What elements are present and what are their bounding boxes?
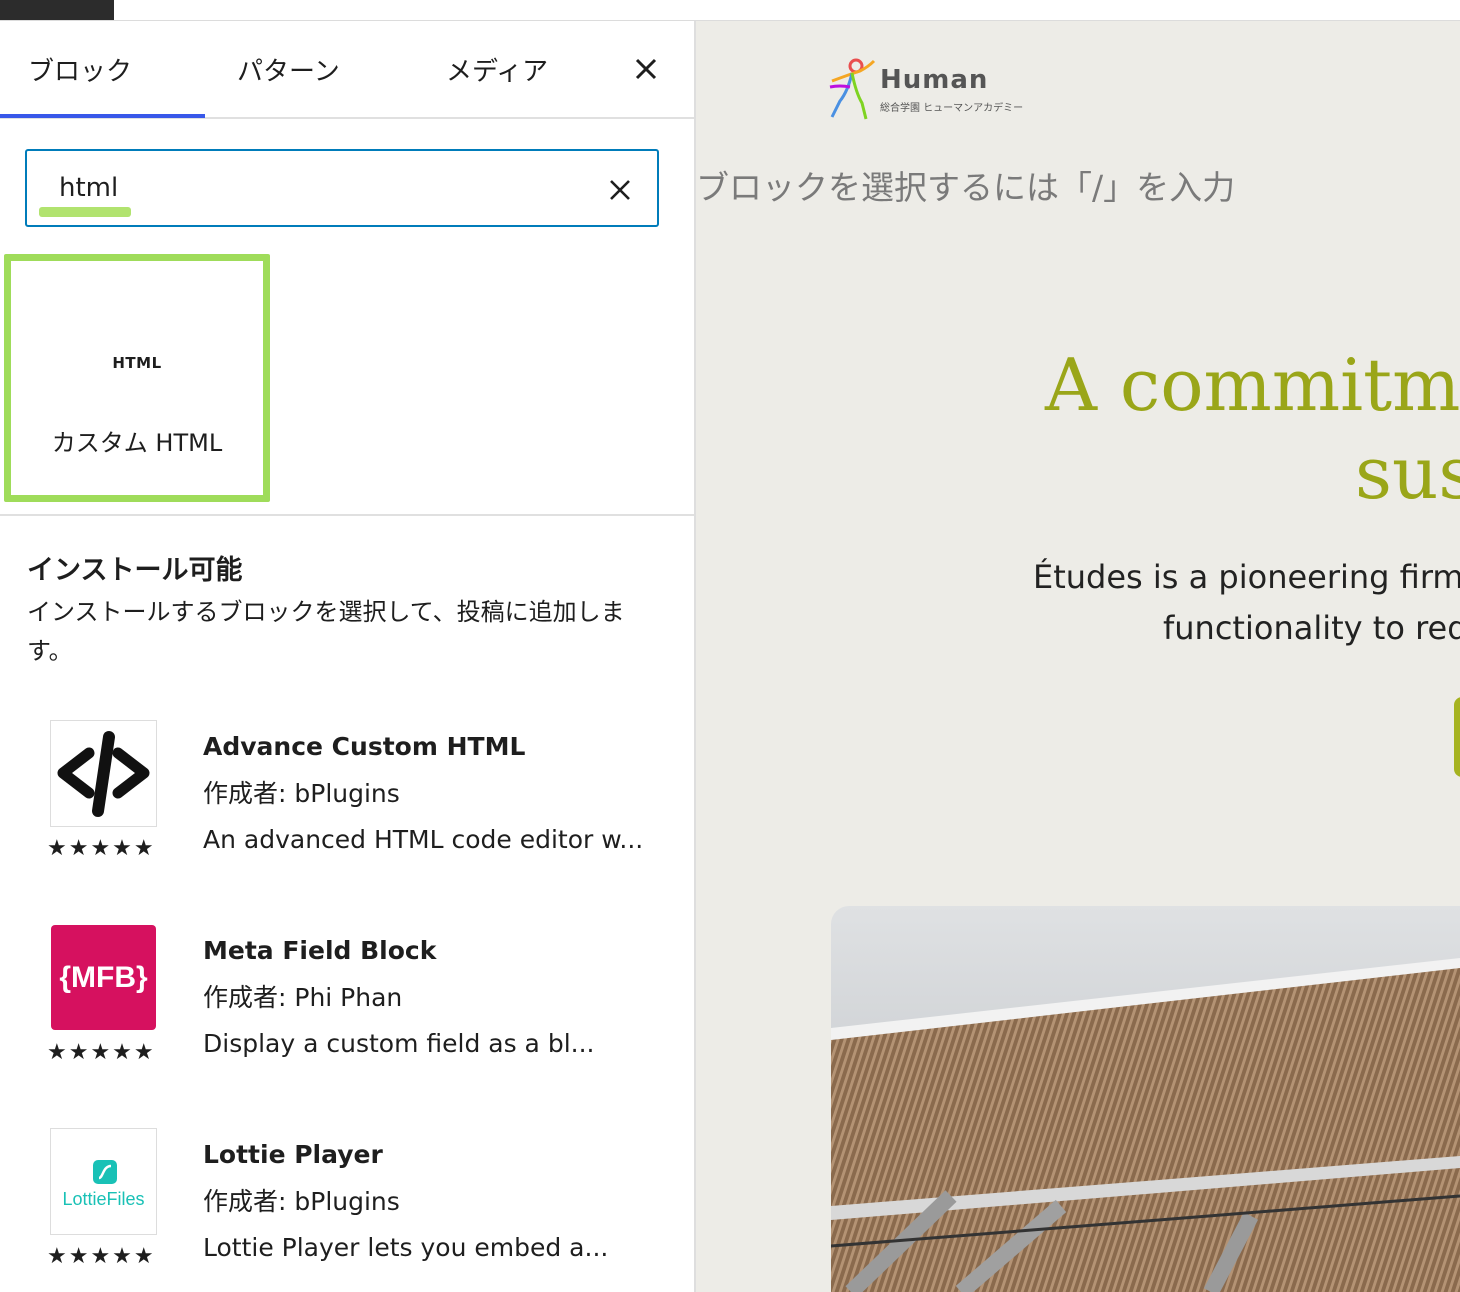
toolbar-dark-segment xyxy=(0,0,114,20)
plugin-description: Display a custom field as a bl... xyxy=(203,1029,595,1058)
tab-blocks[interactable]: ブロック xyxy=(28,51,132,88)
hero-heading-line-1[interactable]: A commitmen xyxy=(1045,343,1460,427)
code-icon xyxy=(50,720,157,827)
search-highlight-mark xyxy=(39,207,131,217)
plugin-author: 作成者: bPlugins xyxy=(203,1187,400,1216)
block-inserter-panel: ブロック パターン メディア html HTML カスタム HTML インストー… xyxy=(0,21,696,1292)
plugin-item[interactable]: LottieFiles ★★★★★ Lottie Player 作成者: bPl… xyxy=(0,1128,694,1292)
inserter-tabs: ブロック パターン メディア xyxy=(0,21,694,119)
search-input-value[interactable]: html xyxy=(59,173,118,203)
custom-html-block-item[interactable]: HTML カスタム HTML xyxy=(4,254,270,502)
tab-patterns[interactable]: パターン xyxy=(237,51,340,88)
installable-heading: インストール可能 xyxy=(27,555,243,586)
section-divider xyxy=(0,514,694,516)
clear-search-icon[interactable] xyxy=(607,177,633,203)
plugin-item[interactable]: ★★★★★ Advance Custom HTML 作成者: bPlugins … xyxy=(0,720,694,890)
building-photo[interactable] xyxy=(831,906,1460,1292)
hero-paragraph-line-1[interactable]: Études is a pioneering firm xyxy=(1033,558,1460,596)
plugin-author: 作成者: Phi Phan xyxy=(203,983,403,1012)
rating-stars: ★★★★★ xyxy=(47,1040,156,1065)
mfb-icon: {MFB} xyxy=(50,924,157,1031)
site-logo: Human 総合学園 ヒューマンアカデミー xyxy=(826,57,1026,123)
block-placeholder[interactable]: ブロックを選択するには「/」を入力 xyxy=(696,161,1235,209)
logo-subtitle: 総合学園 ヒューマンアカデミー xyxy=(880,103,1024,114)
rating-stars: ★★★★★ xyxy=(47,836,156,861)
plugin-author: 作成者: bPlugins xyxy=(203,779,400,808)
top-toolbar-strip xyxy=(0,0,1460,21)
block-item-label: カスタム HTML xyxy=(51,429,223,457)
plugin-description: Lottie Player lets you embed a... xyxy=(203,1233,609,1262)
rating-stars: ★★★★★ xyxy=(47,1244,156,1269)
tab-media[interactable]: メディア xyxy=(446,51,548,88)
lottiefiles-icon: LottieFiles xyxy=(50,1128,157,1235)
logo-wordmark: Human xyxy=(880,65,989,95)
human-figure-icon xyxy=(829,58,876,120)
hero-paragraph-line-2[interactable]: functionality to red xyxy=(1163,609,1460,647)
hero-button[interactable] xyxy=(1454,697,1460,777)
block-search-input[interactable]: html xyxy=(25,149,659,227)
hero-heading-line-2[interactable]: sust xyxy=(1355,431,1460,515)
plugin-item[interactable]: {MFB} ★★★★★ Meta Field Block 作成者: Phi Ph… xyxy=(0,924,694,1094)
mfb-icon-text: {MFB} xyxy=(51,925,156,1030)
lottie-glyph-icon xyxy=(93,1160,117,1184)
active-tab-indicator xyxy=(0,114,205,118)
plugin-description: An advanced HTML code editor w... xyxy=(203,825,644,854)
plugin-name: Advance Custom HTML xyxy=(203,732,526,761)
installable-description: インストールするブロックを選択して、投稿に追加します。 xyxy=(27,598,625,665)
plugin-name: Lottie Player xyxy=(203,1140,383,1169)
editor-canvas[interactable]: Human 総合学園 ヒューマンアカデミー ブロックを選択するには「/」を入力 … xyxy=(696,21,1460,1292)
html-block-icon: HTML xyxy=(112,354,162,372)
plugin-name: Meta Field Block xyxy=(203,936,437,965)
lottie-wordmark: LottieFiles xyxy=(62,1189,145,1209)
close-icon[interactable] xyxy=(630,53,662,85)
